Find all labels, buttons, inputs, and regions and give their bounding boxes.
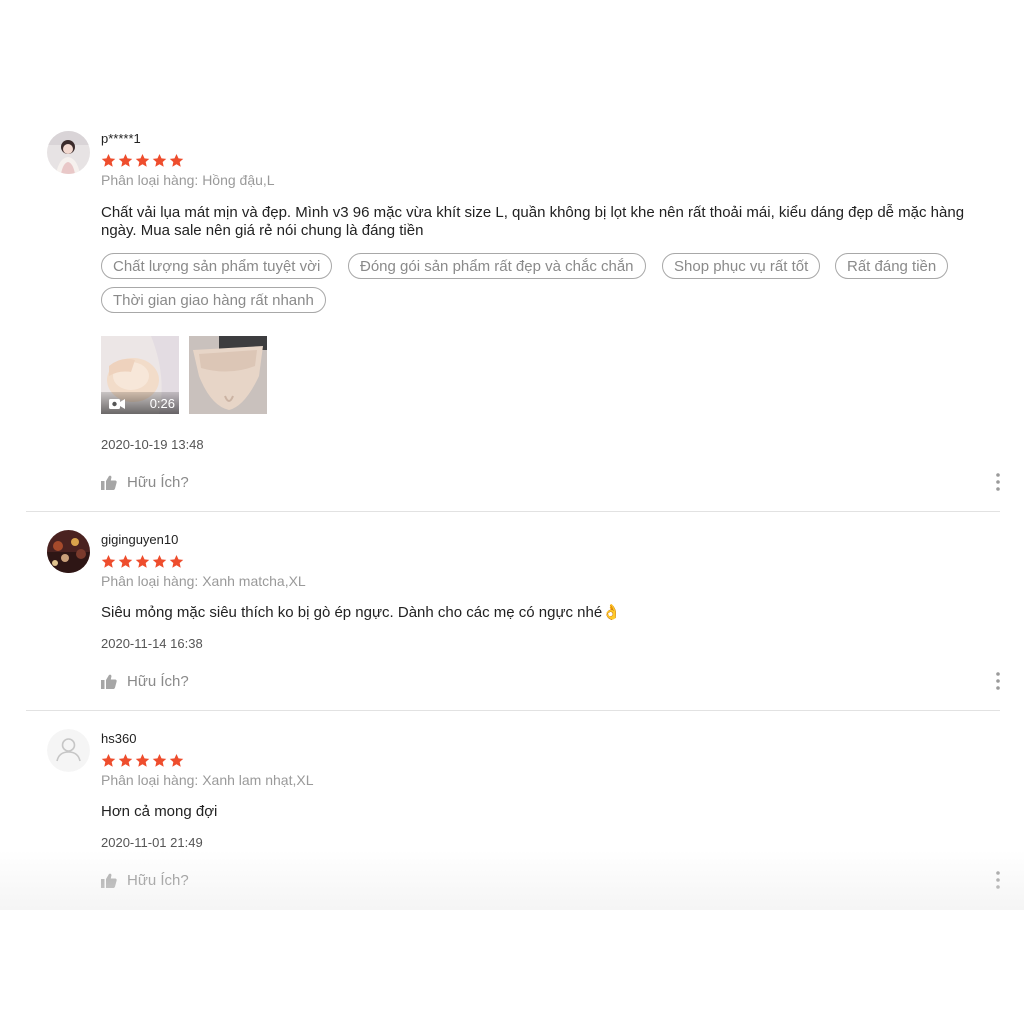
product-variant: Phân loại hàng: Hồng đậu,L xyxy=(101,172,275,188)
star-icon xyxy=(169,753,184,767)
star-icon xyxy=(118,753,133,767)
review-username[interactable]: giginguyen10 xyxy=(101,532,178,547)
review-image-thumbnail[interactable] xyxy=(189,336,267,414)
review-video-thumbnail[interactable]: 0:26 xyxy=(101,336,179,414)
review-username[interactable]: p*****1 xyxy=(101,131,141,146)
user-placeholder-icon xyxy=(47,729,90,772)
product-variant: Phân loại hàng: Xanh lam nhạt,XL xyxy=(101,772,314,788)
review-photo-image xyxy=(189,336,267,414)
star-icon xyxy=(152,554,167,568)
star-rating xyxy=(101,153,184,168)
avatar-photo-icon xyxy=(47,131,90,174)
review-tag: Rất đáng tiền xyxy=(835,253,949,279)
star-icon xyxy=(135,554,150,568)
review-tag: Đóng gói sản phẩm rất đẹp và chắc chắn xyxy=(348,253,646,279)
star-icon xyxy=(101,153,116,167)
review-content: Hơn cả mong đợi xyxy=(101,803,218,820)
helpful-label: Hữu Ích? xyxy=(127,672,189,690)
helpful-button[interactable]: Hữu Ích? xyxy=(101,472,189,492)
star-icon xyxy=(169,153,184,167)
helpful-label: Hữu Ích? xyxy=(127,473,189,491)
product-variant: Phân loại hàng: Xanh matcha,XL xyxy=(101,573,306,589)
review-tag: Thời gian giao hàng rất nhanh xyxy=(101,287,326,313)
star-icon xyxy=(101,753,116,767)
review-timestamp: 2020-11-01 21:49 xyxy=(101,835,203,850)
avatar[interactable] xyxy=(47,131,90,174)
review-tag: Chất lượng sản phẩm tuyệt vời xyxy=(101,253,333,279)
star-icon xyxy=(152,753,167,767)
helpful-label: Hữu Ích? xyxy=(127,871,189,889)
star-icon xyxy=(169,554,184,568)
review-timestamp: 2020-10-19 13:48 xyxy=(101,437,204,452)
avatar[interactable] xyxy=(47,729,90,772)
star-icon xyxy=(152,153,167,167)
review-divider xyxy=(26,511,1000,512)
star-rating xyxy=(101,554,184,569)
star-icon xyxy=(101,554,116,568)
star-icon xyxy=(135,153,150,167)
review-divider xyxy=(26,710,1000,711)
helpful-button[interactable]: Hữu Ích? xyxy=(101,870,189,890)
video-duration: 0:26 xyxy=(149,396,175,411)
more-vertical-icon[interactable] xyxy=(990,870,1006,890)
more-vertical-icon[interactable] xyxy=(990,671,1006,691)
more-vertical-icon[interactable] xyxy=(990,472,1006,492)
review-timestamp: 2020-11-14 16:38 xyxy=(101,636,203,651)
thumbs-up-icon xyxy=(101,475,117,490)
star-icon xyxy=(118,153,133,167)
review-content: Siêu mỏng mặc siêu thích ko bị gò ép ngự… xyxy=(101,604,621,621)
avatar-photo-icon xyxy=(47,530,90,573)
avatar[interactable] xyxy=(47,530,90,573)
thumbs-up-icon xyxy=(101,674,117,689)
star-icon xyxy=(135,753,150,767)
video-camera-icon xyxy=(109,399,125,409)
thumbs-up-icon xyxy=(101,873,117,888)
review-tag: Shop phục vụ rất tốt xyxy=(662,253,821,279)
star-icon xyxy=(118,554,133,568)
star-rating xyxy=(101,753,184,768)
review-content: Chất vải lụa mát mịn và đẹp. Mình v3 96 … xyxy=(101,204,965,239)
helpful-button[interactable]: Hữu Ích? xyxy=(101,671,189,691)
review-username[interactable]: hs360 xyxy=(101,731,136,746)
